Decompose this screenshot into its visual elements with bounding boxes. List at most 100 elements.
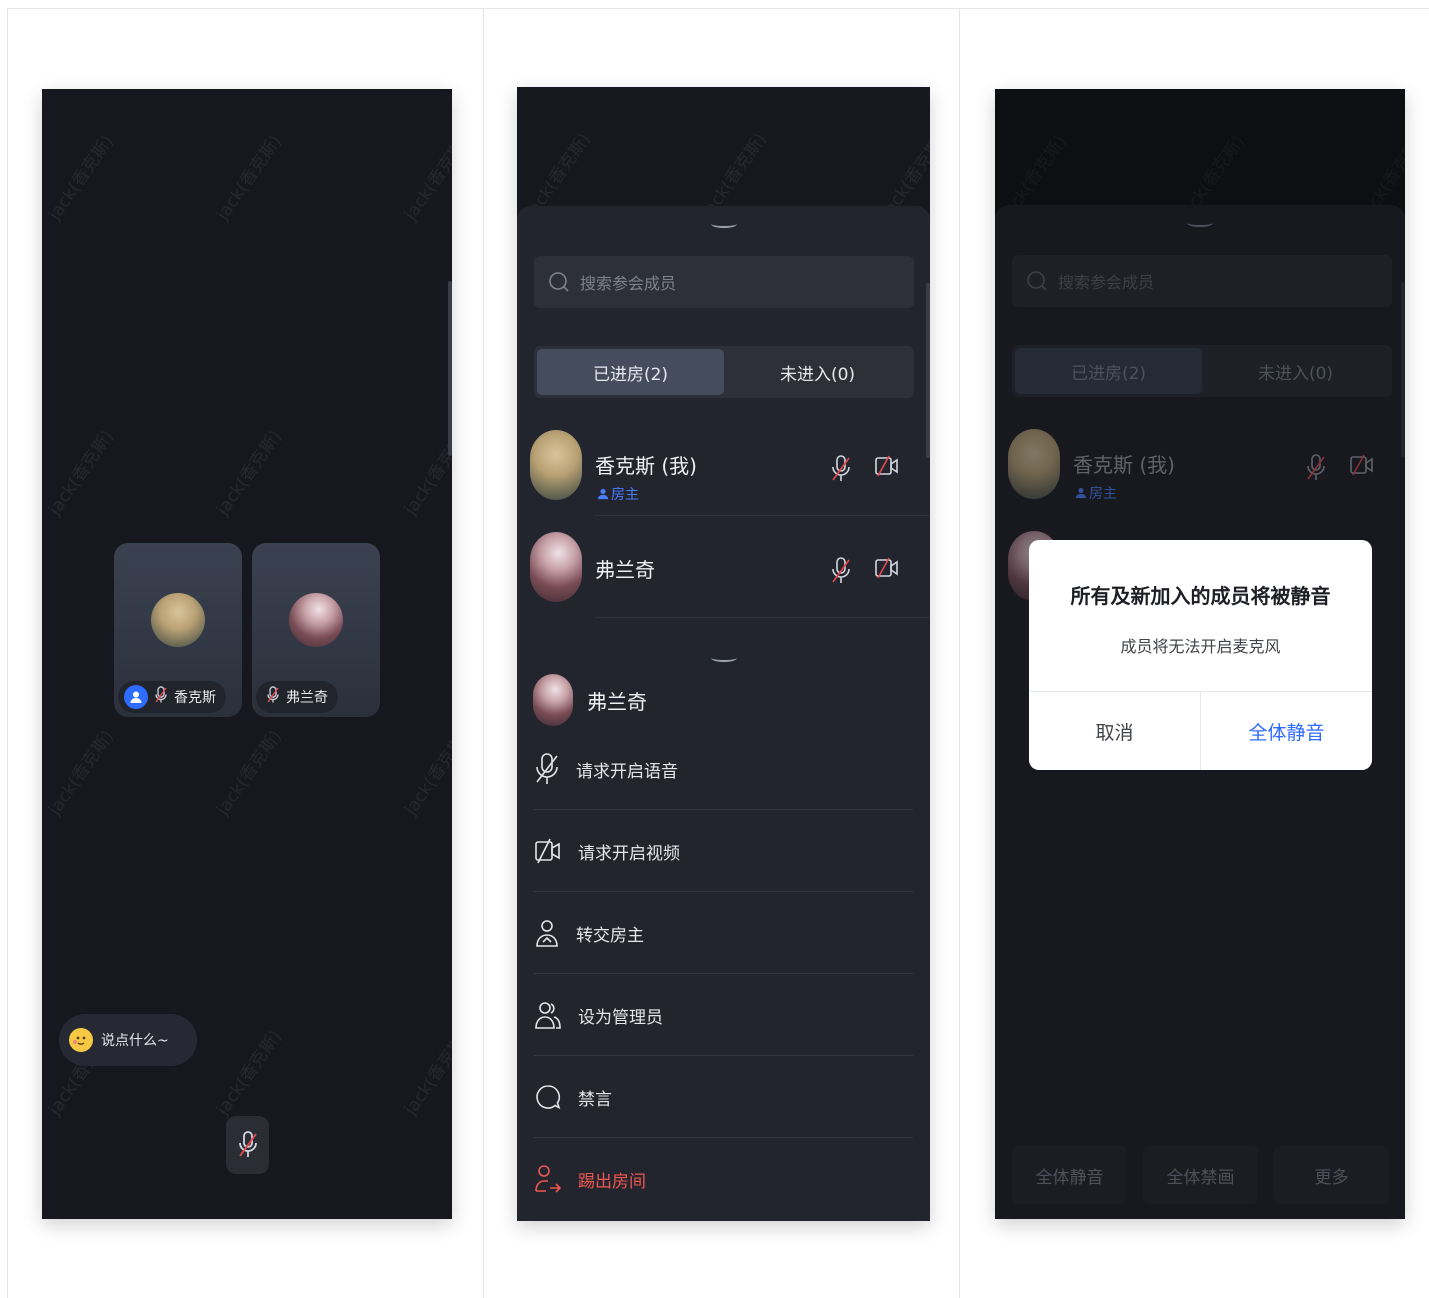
member-controls	[830, 454, 900, 484]
member-role: 房主	[1089, 486, 1117, 502]
mute-all-dialog: 所有及新加入的成员将被静音 成员将无法开启麦克风 取消 全体静音	[1029, 540, 1372, 770]
watermark: jack(香克斯)	[400, 726, 452, 820]
avatar	[530, 532, 582, 602]
member-row-shanks[interactable]: 香克斯 (我) 房主	[517, 416, 930, 516]
tab-not-entered[interactable]: 未进入(0)	[1202, 348, 1389, 394]
bottom-toolbar: 全体静音 全体禁画 更多	[1012, 1146, 1389, 1204]
mic-icon	[536, 753, 558, 784]
watermark: jack(香克斯)	[44, 726, 118, 820]
member-tabs: 已进房(2) 未进入(0)	[1012, 345, 1392, 397]
transfer-host-icon	[536, 920, 558, 947]
mic-muted-icon	[266, 686, 280, 708]
sheet-handle[interactable]	[1187, 219, 1213, 227]
sheet-handle[interactable]	[711, 220, 737, 228]
video-tile-franky[interactable]: 弗兰奇	[252, 543, 380, 717]
panel-member-name: 弗兰奇	[587, 689, 647, 714]
member-tabs: 已进房(2) 未进入(0)	[534, 346, 914, 398]
watermark: jack(香克斯)	[212, 426, 286, 520]
left-divider	[7, 8, 8, 1298]
participant-name: 香克斯	[174, 690, 216, 706]
name-pill: 香克斯	[118, 681, 226, 713]
action-label: 请求开启视频	[578, 843, 680, 864]
member-search-input[interactable]: 搜索参会成员	[534, 256, 914, 308]
kick-user-icon	[535, 1165, 562, 1193]
top-divider	[7, 8, 1429, 9]
member-controls	[1305, 453, 1375, 483]
member-action-panel: 弗兰奇 请求开启语音 请求开启视频 转交房主 设为管理员 禁言 踢出房间	[517, 644, 930, 1221]
confirm-mute-all-button[interactable]: 全体静音	[1200, 692, 1372, 770]
member-name: 香克斯 (我)	[595, 454, 697, 478]
member-row-shanks[interactable]: 香克斯 (我) 房主	[995, 415, 1405, 515]
action-label: 禁言	[578, 1089, 612, 1110]
mic-toggle-button[interactable]	[226, 1116, 269, 1174]
row-divider	[595, 617, 930, 618]
chat-bubble-icon	[536, 1085, 561, 1110]
tab-not-entered[interactable]: 未进入(0)	[724, 349, 911, 395]
cancel-button[interactable]: 取消	[1029, 692, 1200, 770]
ban-all-video-button[interactable]: 全体禁画	[1143, 1146, 1258, 1204]
member-controls	[830, 556, 900, 586]
avatar	[530, 430, 582, 500]
more-button[interactable]: 更多	[1274, 1146, 1389, 1204]
avatar	[533, 674, 573, 726]
user-icon	[597, 488, 609, 500]
chat-input-button[interactable]: 说点什么~	[59, 1014, 197, 1066]
watermark: jack(香克斯)	[400, 1026, 452, 1120]
chat-placeholder: 说点什么~	[101, 1033, 169, 1049]
screen-member-list: jack(香克斯) jack(香克斯) jack(香克斯) 搜索参会成员 已进房…	[517, 87, 930, 1221]
panel-header: 弗兰奇	[533, 674, 647, 726]
tab-entered[interactable]: 已进房(2)	[537, 349, 724, 395]
tab-entered[interactable]: 已进房(2)	[1015, 348, 1202, 394]
admin-icon	[535, 1002, 561, 1029]
mic-muted-icon[interactable]	[830, 454, 852, 484]
mic-muted-icon	[238, 1131, 257, 1157]
screen-room-view: jack(香克斯) jack(香克斯) jack(香克斯) jack(香克斯) …	[42, 89, 452, 1219]
watermark: jack(香克斯)	[44, 131, 118, 225]
camera-icon	[535, 838, 560, 864]
watermark: jack(香克斯)	[400, 131, 452, 225]
member-row-franky[interactable]: 弗兰奇	[517, 518, 930, 618]
name-pill: 弗兰奇	[256, 681, 338, 713]
search-icon	[549, 272, 569, 292]
camera-off-icon[interactable]	[874, 454, 900, 478]
avatar	[289, 593, 343, 647]
request-audio-action[interactable]: 请求开启语音	[534, 728, 913, 810]
canvas: jack(香克斯) jack(香克斯) jack(香克斯) jack(香克斯) …	[0, 0, 1429, 1298]
camera-off-icon[interactable]	[1349, 453, 1375, 477]
watermark: jack(香克斯)	[400, 426, 452, 520]
watermark: jack(香克斯)	[212, 1026, 286, 1120]
column-divider-1	[483, 8, 484, 1298]
kick-out-action[interactable]: 踢出房间	[534, 1138, 913, 1220]
member-role: 房主	[611, 487, 639, 503]
dialog-message: 成员将无法开启麦克风	[1120, 637, 1281, 656]
mute-chat-action[interactable]: 禁言	[534, 1056, 913, 1138]
camera-off-icon[interactable]	[874, 556, 900, 580]
panel-handle[interactable]	[711, 654, 737, 662]
scrollbar[interactable]	[448, 281, 452, 456]
video-tile-shanks[interactable]: 香克斯	[114, 543, 242, 717]
watermark: jack(香克斯)	[212, 131, 286, 225]
participant-name: 弗兰奇	[286, 690, 328, 706]
action-label: 请求开启语音	[576, 761, 678, 782]
member-search-input[interactable]: 搜索参会成员	[1012, 255, 1392, 307]
watermark: jack(香克斯)	[212, 726, 286, 820]
member-name: 香克斯 (我)	[1073, 453, 1175, 477]
row-divider	[595, 515, 930, 516]
avatar	[151, 593, 205, 647]
dialog-title: 所有及新加入的成员将被静音	[1070, 584, 1331, 608]
action-label: 转交房主	[576, 925, 644, 946]
screen-mute-all-dialog: jack(香克斯) jack(香克斯) jack(香克斯) 搜索参会成员 已进房…	[995, 89, 1405, 1219]
host-role-badge: 房主	[597, 484, 639, 504]
set-admin-action[interactable]: 设为管理员	[534, 974, 913, 1056]
mic-muted-icon[interactable]	[830, 556, 852, 586]
mic-muted-icon	[154, 686, 168, 708]
mic-muted-icon[interactable]	[1305, 453, 1327, 483]
host-role-badge: 房主	[1075, 483, 1117, 503]
request-video-action[interactable]: 请求开启视频	[534, 810, 913, 892]
mute-all-button[interactable]: 全体静音	[1012, 1146, 1127, 1204]
dialog-buttons: 取消 全体静音	[1029, 691, 1372, 770]
column-divider-2	[959, 8, 960, 1298]
action-label: 踢出房间	[578, 1171, 646, 1192]
transfer-host-action[interactable]: 转交房主	[534, 892, 913, 974]
search-icon	[1027, 271, 1047, 291]
